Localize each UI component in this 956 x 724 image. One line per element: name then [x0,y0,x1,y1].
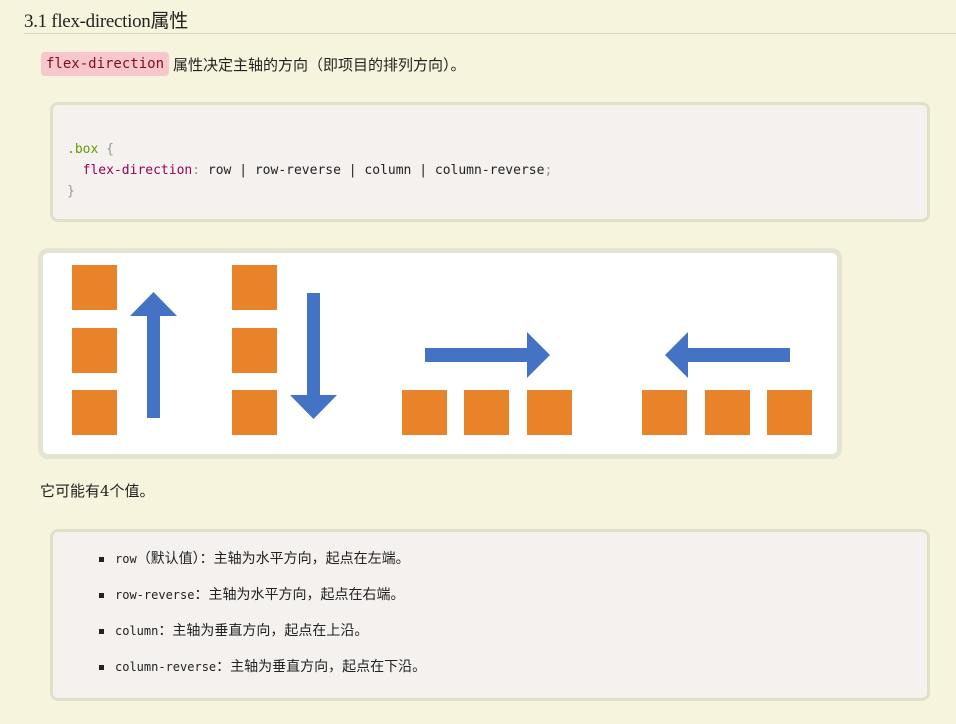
bullet-icon [99,557,104,562]
flex-item-box [527,390,572,435]
list-item: row-reverse：主轴为水平方向，起点在右端。 [99,584,426,620]
flex-item-box [464,390,509,435]
list-item: row（默认值）：主轴为水平方向，起点在左端。 [99,548,426,584]
flex-item-box [72,328,117,373]
code-semicolon: ; [544,163,553,178]
flex-item-box [232,328,277,373]
code-colon: : [192,163,201,178]
diagram-group-row-reverse [642,332,812,435]
flex-item-box [642,390,687,435]
code-close-brace: } [67,184,75,199]
flex-item-box [767,390,812,435]
flex-direction-diagram [38,248,842,459]
diagram-group-row [402,332,572,435]
arrow-left-icon [665,332,790,378]
values-list: row（默认值）：主轴为水平方向，起点在左端。 row-reverse：主轴为水… [99,548,426,692]
intro-text: 属性决定主轴的方向（即项目的排列方向）。 [173,55,466,74]
arrow-down-icon [290,293,337,419]
bullet-icon [99,665,104,670]
value-code: row [115,552,137,566]
flex-item-box [402,390,447,435]
value-code: column-reverse [115,660,217,674]
bullet-icon [99,593,104,598]
value-description: ：主轴为水平方向，起点在右端。 [194,587,405,603]
value-description: ：主轴为垂直方向，起点在下沿。 [216,659,427,675]
flex-item-box [232,265,277,310]
code-content: .box { flex-direction: row | row-reverse… [67,139,552,202]
value-description: （默认值）：主轴为水平方向，起点在左端。 [136,551,410,567]
diagram-svg [72,265,812,435]
code-values: row | row-reverse | column | column-reve… [200,163,545,178]
code-open-brace: { [106,142,114,157]
flex-item-box [705,390,750,435]
list-item: column：主轴为垂直方向，起点在上沿。 [99,620,426,656]
diagram-group-column-reverse [72,265,177,435]
value-code: row-reverse [115,588,195,602]
code-property: flex-direction [82,163,193,178]
flex-item-box [72,390,117,435]
diagram-group-column [232,265,337,435]
flex-item-box [72,265,117,310]
flex-item-box [232,390,277,435]
inline-code-chip: flex-direction [41,52,170,76]
value-description: ：主轴为垂直方向，起点在上沿。 [158,623,369,639]
section-heading: 3.1 flex-direction属性 [24,11,188,32]
value-code: column [115,624,159,638]
intro-paragraph: flex-direction 属性决定主轴的方向（即项目的排列方向）。 [41,50,466,78]
heading-divider [24,33,956,34]
code-block: .box { flex-direction: row | row-reverse… [50,102,930,222]
arrow-right-icon [425,332,550,378]
code-selector: .box [67,142,99,157]
values-list-panel: row（默认值）：主轴为水平方向，起点在左端。 row-reverse：主轴为水… [50,529,930,701]
arrow-up-icon [130,292,177,418]
list-item: column-reverse：主轴为垂直方向，起点在下沿。 [99,656,426,692]
bullet-icon [99,629,104,634]
values-intro-sentence: 它可能有4个值。 [40,482,155,500]
